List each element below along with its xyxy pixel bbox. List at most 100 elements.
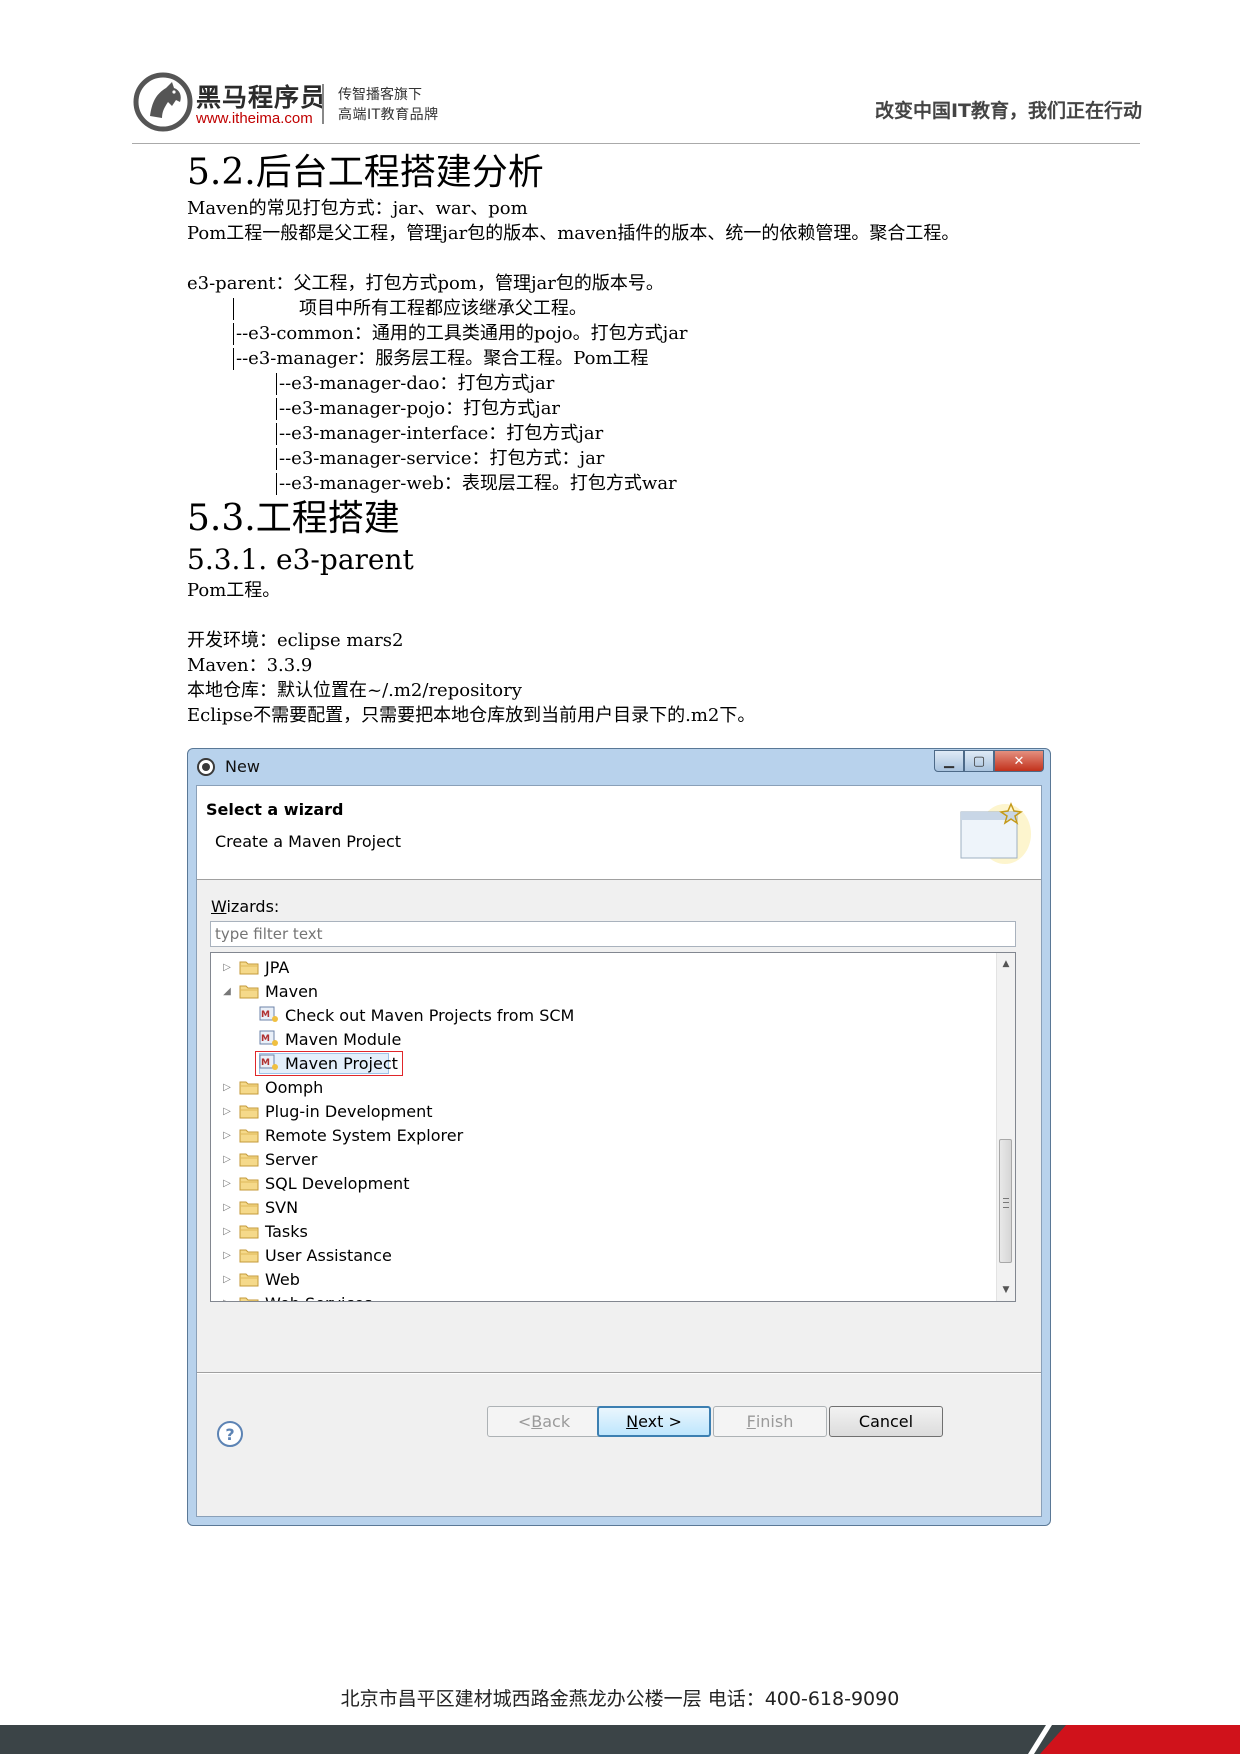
tree-item[interactable]: ▷ Tasks: [219, 1218, 308, 1244]
scroll-up-icon[interactable]: ▲: [997, 955, 1015, 973]
help-icon[interactable]: ?: [217, 1421, 243, 1447]
collapsed-arrow-icon[interactable]: ▷: [219, 1079, 235, 1095]
tree-line: [233, 298, 234, 320]
tree-item-label: SVN: [265, 1197, 299, 1217]
new-window-wizard-icon: [960, 802, 1031, 864]
tree-scrollbar[interactable]: ▲ ▼: [996, 953, 1015, 1301]
tree-item-label: JPA: [265, 957, 290, 977]
wizard-banner: Select a wizard Create a Maven Project: [197, 786, 1041, 880]
tree-item[interactable]: ▷ SQL Development: [219, 1170, 409, 1196]
tree-row: --e3-manager：服务层工程。聚合工程。Pom工程: [187, 346, 1067, 371]
maximize-button[interactable]: ▢: [964, 750, 994, 772]
paragraph-eclipse: Eclipse不需要配置，只需要把本地仓库放到当前用户目录下的.m2下。: [187, 705, 756, 726]
header-rule: [132, 143, 1140, 144]
maven-icon: M: [259, 1030, 278, 1046]
dialog-content: Select a wizard Create a Maven Project W…: [196, 785, 1042, 1517]
brand-url: www.itheima.com: [196, 110, 313, 127]
button-bar-separator: [197, 1372, 1041, 1374]
paragraph-pom-project: Pom工程。: [187, 580, 281, 601]
expanded-arrow-icon[interactable]: ◢: [219, 983, 235, 999]
scroll-thumb[interactable]: [999, 1139, 1012, 1263]
tree-line: [276, 448, 277, 470]
collapsed-arrow-icon[interactable]: ▷: [219, 1151, 235, 1167]
paragraph-pom: Pom工程一般都是父工程，管理jar包的版本、maven插件的版本、统一的依赖管…: [187, 223, 960, 244]
collapsed-arrow-icon[interactable]: ▷: [219, 1199, 235, 1215]
tree-row: --e3-manager-dao：打包方式jar: [187, 371, 1067, 396]
wizard-tree[interactable]: ▷ JPA ◢ Maven M Check out Maven Projects from…: [210, 952, 1016, 1302]
tree-row: --e3-manager-service：打包方式：jar: [187, 446, 1067, 471]
svg-text:M: M: [261, 1034, 270, 1044]
collapsed-arrow-icon[interactable]: ▷: [219, 1223, 235, 1239]
folder-icon: [239, 1129, 259, 1143]
tree-item[interactable]: ◢ Maven: [219, 978, 318, 1004]
tree-item[interactable]: M Maven Module: [259, 1026, 401, 1052]
banner-description: Create a Maven Project: [215, 832, 402, 851]
tree-item-label: User Assistance: [265, 1245, 392, 1265]
tree-item[interactable]: ▷ User Assistance: [219, 1242, 392, 1268]
cancel-button[interactable]: Cancel: [829, 1406, 943, 1437]
collapsed-arrow-icon[interactable]: ▷: [219, 1247, 235, 1263]
folder-icon: [239, 1153, 259, 1167]
collapsed-arrow-icon[interactable]: ▷: [219, 1127, 235, 1143]
finish-button[interactable]: Finish: [713, 1406, 827, 1437]
tree-item[interactable]: M Check out Maven Projects from SCM: [259, 1002, 574, 1028]
tree-item[interactable]: ▷ SVN: [219, 1194, 298, 1220]
module-tree: e3-parent：父工程，打包方式pom，管理jar包的版本号。 项目中所有工…: [187, 271, 1067, 496]
footer-red-stripe: [1040, 1725, 1240, 1754]
collapsed-arrow-icon[interactable]: ▷: [219, 1295, 235, 1302]
tree-item[interactable]: ▷ Oomph: [219, 1074, 323, 1100]
dialog-titlebar[interactable]: New ▁ ▢ ✕: [188, 749, 1050, 785]
tree-item-label: Web: [265, 1269, 300, 1289]
tree-row: e3-parent：父工程，打包方式pom，管理jar包的版本号。: [187, 271, 1067, 296]
collapsed-arrow-icon[interactable]: ▷: [219, 959, 235, 975]
tree-line: [276, 398, 277, 420]
folder-icon: [239, 961, 259, 975]
tree-item[interactable]: ▷ JPA: [219, 954, 289, 980]
tree-item[interactable]: ▷ Remote System Explorer: [219, 1122, 463, 1148]
next-button[interactable]: Next >: [597, 1406, 711, 1437]
brand-name: 黑马程序员: [196, 83, 327, 112]
footer-address: 北京市昌平区建材城西路金燕龙办公楼一层 电话：400-618-9090: [340, 1688, 900, 1710]
brand-subtitle-1: 传智播客旗下: [338, 87, 422, 103]
collapsed-arrow-icon[interactable]: ▷: [219, 1271, 235, 1287]
tree-row: --e3-manager-interface：打包方式jar: [187, 421, 1067, 446]
tree-item-label: Tasks: [265, 1221, 308, 1241]
wizard-filter-input[interactable]: [210, 921, 1016, 947]
tree-item-label: Maven: [265, 981, 319, 1001]
minimize-button[interactable]: ▁: [934, 750, 964, 772]
wizards-label: Wizards:: [211, 897, 280, 916]
tree-item-label: SQL Development: [265, 1173, 410, 1193]
tree-item[interactable]: ▷ Plug-in Development: [219, 1098, 432, 1124]
collapsed-arrow-icon[interactable]: ▷: [219, 1175, 235, 1191]
folder-icon: [239, 1273, 259, 1287]
tree-item-label: Maven Project: [285, 1053, 398, 1073]
tree-item-label: Check out Maven Projects from SCM: [285, 1005, 575, 1025]
tree-text: --e3-manager-interface：打包方式jar: [279, 423, 604, 444]
document-body: 5.2.后台工程搭建分析 Maven的常见打包方式：jar、war、pom Po…: [187, 150, 1067, 728]
dialog-title: New: [225, 757, 260, 776]
paragraph-packaging: Maven的常见打包方式：jar、war、pom: [187, 198, 528, 219]
brand-subtitle-2: 高端IT教育品牌: [338, 107, 439, 123]
tree-row: 项目中所有工程都应该继承父工程。: [187, 296, 1067, 321]
collapsed-arrow-icon[interactable]: ▷: [219, 1103, 235, 1119]
brand-separator: [322, 84, 324, 124]
tree-text: e3-parent：父工程，打包方式pom，管理jar包的版本号。: [187, 273, 664, 294]
folder-icon: [239, 1297, 259, 1301]
tree-text: --e3-manager-web：表现层工程。打包方式war: [279, 473, 677, 494]
paragraph-maven-version: Maven：3.3.9: [187, 655, 313, 676]
tree-item[interactable]: ▷ Server: [219, 1146, 317, 1172]
tree-line: [276, 473, 277, 495]
tree-item[interactable]: ▷ Web Services: [219, 1290, 372, 1302]
tree-item[interactable]: M Maven Project: [259, 1050, 398, 1076]
tree-line: [276, 423, 277, 445]
tree-item-label: Maven Module: [285, 1029, 402, 1049]
back-button[interactable]: < Back: [487, 1406, 601, 1437]
tree-item[interactable]: ▷ Web: [219, 1266, 300, 1292]
scroll-down-icon[interactable]: ▼: [997, 1281, 1015, 1299]
section-5-2-title: 5.2.后台工程搭建分析: [187, 152, 544, 193]
folder-icon: [239, 1249, 259, 1263]
new-wizard-dialog: New ▁ ▢ ✕ Select a wizard Create a Maven…: [187, 748, 1051, 1526]
close-button[interactable]: ✕: [994, 750, 1044, 772]
